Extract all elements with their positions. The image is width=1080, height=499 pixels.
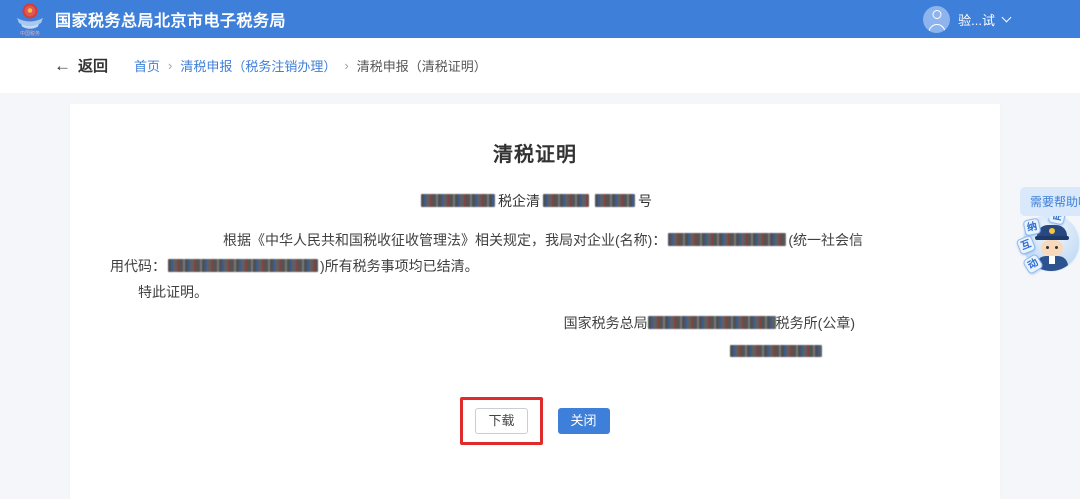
- download-highlight-annotation: 下载: [460, 397, 542, 445]
- top-header: 中国税务 国家税务总局北京市电子税务局 验...试: [0, 0, 1080, 38]
- back-label: 返回: [78, 55, 108, 76]
- download-button[interactable]: 下载: [475, 408, 527, 434]
- back-button[interactable]: ← 返回: [54, 55, 108, 76]
- redacted-text: [543, 194, 589, 207]
- redacted-text: [168, 259, 318, 272]
- action-buttons-row: 下载 关闭: [70, 397, 1000, 445]
- breadcrumb: 首页 › 清税申报（税务注销办理） › 清税申报（清税证明）: [134, 56, 487, 75]
- user-menu[interactable]: 验...试: [923, 6, 1010, 33]
- brand-group: 中国税务 国家税务总局北京市电子税务局: [14, 2, 286, 36]
- mascot-badge-na: 纳: [1023, 218, 1042, 237]
- breadcrumb-current-page: 清税申报（清税证明）: [357, 56, 487, 75]
- issuing-office-seal-line: 国家税务总局税务所(公章): [70, 313, 1000, 333]
- breadcrumb-separator-icon: ›: [168, 58, 172, 73]
- breadcrumb-tax-deregistration[interactable]: 清税申报（税务注销办理）: [180, 56, 336, 75]
- redacted-text: [595, 194, 635, 207]
- certificate-body-line2: 用代码：)所有税务事项均已结清。: [110, 253, 960, 279]
- certificate-body-line3: 特此证明。: [110, 279, 960, 305]
- back-arrow-icon: ←: [54, 57, 71, 74]
- user-avatar-icon: [923, 6, 950, 33]
- redacted-text: [648, 316, 776, 329]
- certificate-card: 清税证明 税企清号 根据《中华人民共和国税收征收管理法》相关规定，我局对企业(名…: [70, 104, 1000, 499]
- svg-text:中国税务: 中国税务: [20, 30, 40, 36]
- chevron-down-icon: [1002, 12, 1012, 22]
- site-title: 国家税务总局北京市电子税务局: [55, 7, 286, 31]
- issue-date: [70, 345, 1000, 359]
- redacted-text: [421, 194, 495, 207]
- redacted-text: [730, 345, 822, 357]
- redacted-text: [668, 233, 786, 246]
- breadcrumb-home[interactable]: 首页: [134, 56, 160, 75]
- certificate-body-line1: 根据《中华人民共和国税收征收管理法》相关规定，我局对企业(名称)：(统一社会信: [110, 227, 960, 253]
- breadcrumb-separator-icon: ›: [344, 58, 348, 73]
- tax-emblem-logo-icon: 中国税务: [14, 2, 46, 36]
- user-name: 验...试: [958, 10, 995, 29]
- certificate-body: 根据《中华人民共和国税收征收管理法》相关规定，我局对企业(名称)：(统一社会信 …: [110, 227, 960, 305]
- certificate-number: 税企清号: [70, 191, 1000, 211]
- breadcrumb-bar: ← 返回 首页 › 清税申报（税务注销办理） › 清税申报（清税证明）: [0, 38, 1080, 93]
- certificate-title: 清税证明: [70, 138, 1000, 167]
- close-button[interactable]: 关闭: [558, 408, 610, 434]
- page-background: 清税证明 税企清号 根据《中华人民共和国税收征收管理法》相关规定，我局对企业(名…: [0, 93, 1080, 489]
- help-bubble[interactable]: 需要帮助吗？: [1020, 187, 1080, 216]
